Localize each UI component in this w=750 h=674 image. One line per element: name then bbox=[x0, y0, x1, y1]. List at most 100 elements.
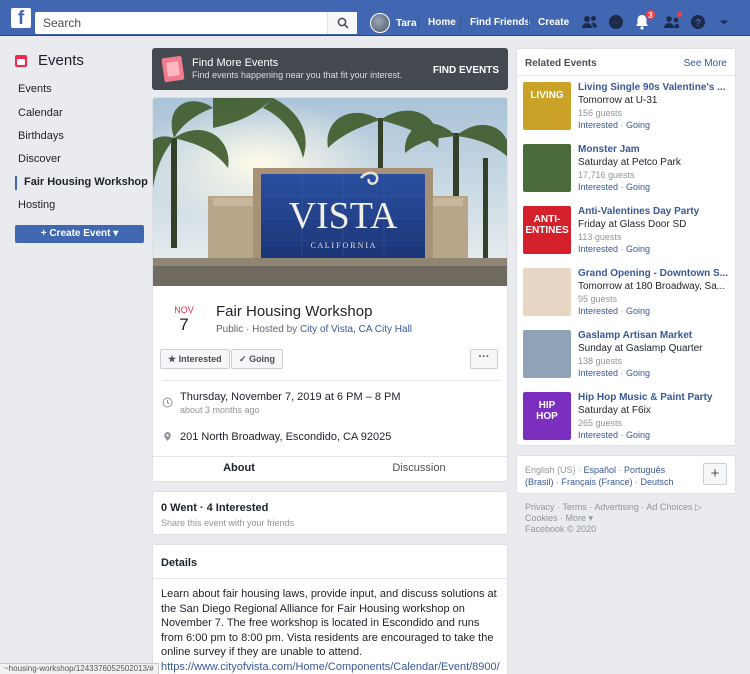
attendance-summary[interactable]: 0 Went · 4 Interested bbox=[161, 502, 268, 514]
tab-about[interactable]: About bbox=[153, 457, 325, 481]
nav-create[interactable]: Create bbox=[538, 17, 569, 28]
related-event-title[interactable]: Anti-Valentines Day Party bbox=[578, 206, 730, 217]
related-event-item[interactable]: Grand Opening - Downtown S... Tomorrow at… bbox=[523, 268, 731, 326]
related-event-thumbnail[interactable]: LIVING bbox=[523, 82, 571, 130]
thumbnail-text: LIVING bbox=[530, 90, 564, 101]
related-event-guests: 138 guests bbox=[578, 356, 623, 366]
sidebar-item-birthdays[interactable]: Birthdays bbox=[18, 130, 64, 142]
related-event-actions: Interested · Going bbox=[578, 430, 650, 440]
going-button[interactable]: ✓ Going bbox=[231, 349, 284, 369]
related-event-thumbnail[interactable] bbox=[523, 268, 571, 316]
related-interested-link[interactable]: Interested bbox=[578, 120, 618, 130]
related-going-link[interactable]: Going bbox=[626, 120, 650, 130]
nav-home[interactable]: Home bbox=[428, 17, 456, 28]
sidebar-item-discover[interactable]: Discover bbox=[18, 153, 61, 165]
sidebar-item-calendar[interactable]: Calendar bbox=[18, 107, 63, 119]
sidebar-item-fair-housing-workshop[interactable]: Fair Housing Workshop bbox=[24, 176, 148, 188]
related-event-thumbnail[interactable] bbox=[523, 144, 571, 192]
account-menu-chevron-down-icon[interactable] bbox=[714, 12, 734, 32]
related-event-item[interactable]: ANTI- ENTINES Anti-Valentines Day Party Fr… bbox=[523, 206, 731, 264]
language-link[interactable]: Español bbox=[584, 465, 617, 475]
find-events-button[interactable]: FIND EVENTS bbox=[433, 65, 499, 76]
language-link[interactable]: Français (France) bbox=[562, 477, 633, 487]
location-pin-icon bbox=[164, 432, 171, 441]
related-event-guests: 17,716 guests bbox=[578, 170, 635, 180]
related-event-item[interactable]: LIVING Living Single 90s Valentine's ... T… bbox=[523, 82, 731, 140]
facebook-logo[interactable]: f bbox=[11, 8, 31, 28]
quick-help-people-icon[interactable] bbox=[662, 11, 683, 32]
search-icon bbox=[337, 17, 349, 29]
notifications-icon[interactable]: 3 bbox=[632, 9, 656, 32]
related-event-thumbnail[interactable] bbox=[523, 330, 571, 378]
related-going-link[interactable]: Going bbox=[626, 430, 650, 440]
event-relative-time: about 3 months ago bbox=[180, 405, 260, 415]
event-address[interactable]: 201 North Broadway, Escondido, CA 92025 bbox=[180, 431, 391, 443]
related-interested-link[interactable]: Interested bbox=[578, 244, 618, 254]
related-interested-link[interactable]: Interested bbox=[578, 368, 618, 378]
related-event-title[interactable]: Hip Hop Music & Paint Party bbox=[578, 392, 730, 403]
footer-link-terms[interactable]: Terms bbox=[562, 502, 587, 512]
separator-dot: · bbox=[618, 430, 627, 440]
profile-link[interactable]: Tara bbox=[370, 11, 416, 35]
more-options-button[interactable]: ··· bbox=[470, 349, 498, 369]
related-going-link[interactable]: Going bbox=[626, 182, 650, 192]
related-event-item[interactable]: Gaslamp Artisan Market Sunday at Gaslamp … bbox=[523, 330, 731, 388]
event-card: VISTA C A L I F O R N I A NOV 7 Fair Hou… bbox=[152, 97, 508, 482]
related-event-thumbnail[interactable]: HIP HOP bbox=[523, 392, 571, 440]
search-button[interactable] bbox=[327, 12, 357, 34]
find-more-events-banner: Find More Events Find events happening n… bbox=[152, 48, 508, 90]
active-indicator bbox=[15, 176, 17, 190]
footer-link-privacy[interactable]: Privacy bbox=[525, 502, 555, 512]
sidebar-item-hosting[interactable]: Hosting bbox=[18, 199, 55, 211]
event-tabs: About Discussion bbox=[153, 456, 507, 481]
event-ticket-icon bbox=[161, 55, 185, 83]
see-more-link[interactable]: See More bbox=[684, 58, 727, 69]
related-event-title[interactable]: Monster Jam bbox=[578, 144, 730, 155]
related-going-link[interactable]: Going bbox=[626, 368, 650, 378]
related-event-guests: 113 guests bbox=[578, 232, 622, 242]
footer-link-advertising[interactable]: Advertising bbox=[594, 502, 639, 512]
language-link[interactable]: Deutsch bbox=[641, 477, 674, 487]
related-interested-link[interactable]: Interested bbox=[578, 306, 618, 316]
related-event-when: Saturday at F6ix bbox=[578, 405, 651, 416]
create-event-button[interactable]: + Create Event ▾ bbox=[15, 225, 144, 243]
separator-dot: · bbox=[618, 244, 627, 254]
event-cover-photo[interactable]: VISTA C A L I F O R N I A bbox=[153, 98, 507, 286]
related-event-title[interactable]: Gaslamp Artisan Market bbox=[578, 330, 730, 341]
related-event-thumbnail[interactable]: ANTI- ENTINES bbox=[523, 206, 571, 254]
host-link[interactable]: City of Vista, CA City Hall bbox=[300, 324, 412, 335]
related-interested-link[interactable]: Interested bbox=[578, 430, 618, 440]
interested-button[interactable]: ★ Interested bbox=[160, 349, 230, 369]
related-event-item[interactable]: Monster Jam Saturday at Petco Park 17,716 … bbox=[523, 144, 731, 202]
footer-link-ad-choices[interactable]: Ad Choices bbox=[646, 502, 692, 512]
related-event-title[interactable]: Living Single 90s Valentine's ... bbox=[578, 82, 730, 93]
related-event-title[interactable]: Grand Opening - Downtown S... bbox=[578, 268, 730, 279]
footer-link-more[interactable]: More bbox=[566, 513, 587, 523]
search-input[interactable] bbox=[35, 12, 325, 34]
sidebar-item-events[interactable]: Events bbox=[18, 83, 52, 95]
footer-link-cookies[interactable]: Cookies bbox=[525, 513, 558, 523]
related-events-card: Related Events See More LIVING Living Sin… bbox=[516, 48, 736, 446]
event-datetime: Thursday, November 7, 2019 at 6 PM – 8 P… bbox=[180, 391, 401, 415]
tab-discussion[interactable]: Discussion bbox=[333, 457, 505, 481]
related-going-link[interactable]: Going bbox=[626, 306, 650, 316]
related-interested-link[interactable]: Interested bbox=[578, 182, 618, 192]
nav-divider bbox=[460, 16, 461, 30]
help-icon[interactable]: ? bbox=[688, 12, 708, 32]
event-day: 7 bbox=[179, 315, 189, 334]
checkmark-icon: ✓ bbox=[239, 354, 247, 364]
related-going-link[interactable]: Going bbox=[626, 244, 650, 254]
add-language-button[interactable]: + bbox=[703, 463, 727, 485]
friend-requests-icon[interactable] bbox=[580, 12, 600, 32]
related-event-item[interactable]: HIP HOP Hip Hop Music & Paint Party Saturd… bbox=[523, 392, 731, 450]
nav-find-friends[interactable]: Find Friends bbox=[470, 17, 530, 28]
details-link[interactable]: https://www.cityofvista.com/Home/Compone… bbox=[161, 661, 500, 674]
messenger-icon[interactable] bbox=[606, 12, 626, 32]
related-event-guests: 265 guests bbox=[578, 418, 623, 428]
related-event-guests: 95 guests bbox=[578, 294, 618, 304]
top-navigation-bar: f Tara Home Find Friends Create 3 ? bbox=[0, 0, 750, 36]
details-heading: Details bbox=[161, 557, 198, 569]
attendance-card: 0 Went · 4 Interested Share this event w… bbox=[152, 491, 508, 535]
promo-subtitle: Find events happening near you that fit … bbox=[192, 70, 403, 80]
related-event-when: Tomorrow at U-31 bbox=[578, 95, 658, 106]
